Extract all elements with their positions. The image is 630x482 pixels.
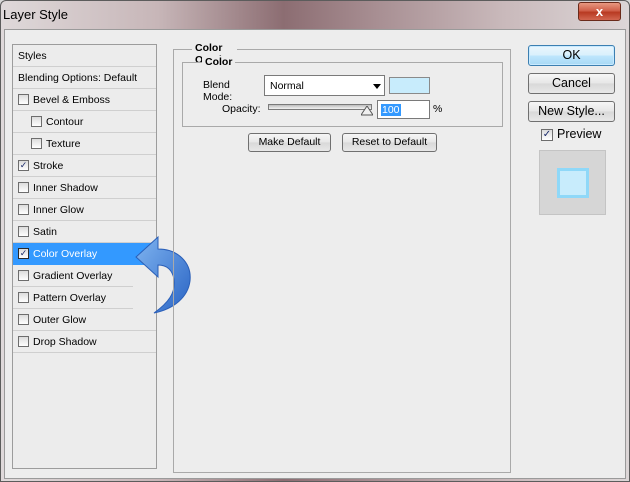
layer-style-dialog: Layer Style x Styles Blending Options: D… [0,0,630,482]
checkbox-gradient-overlay[interactable] [18,270,29,281]
style-item-contour[interactable]: Contour [13,111,156,133]
checkbox-stroke[interactable]: ✓ [18,160,29,171]
style-item-pattern-overlay[interactable]: Pattern Overlay [13,287,133,309]
style-item-label: Bevel & Emboss [33,94,111,106]
blend-mode-select[interactable]: Normal [264,75,385,96]
checkbox-color-overlay[interactable]: ✓ [18,248,29,259]
preview-checkbox[interactable]: ✓ [541,129,553,141]
chevron-down-icon [373,84,381,89]
styles-header-label: Styles [18,50,47,62]
checkbox-contour[interactable] [31,116,42,127]
opacity-input[interactable]: 100 [377,100,430,119]
style-item-stroke[interactable]: ✓ Stroke [13,155,156,177]
checkbox-bevel-emboss[interactable] [18,94,29,105]
style-item-label: Drop Shadow [33,336,97,348]
style-item-label: Inner Shadow [33,182,98,194]
style-item-texture[interactable]: Texture [13,133,156,155]
style-item-label: Color Overlay [33,248,98,260]
style-item-label: Outer Glow [33,314,87,326]
style-item-label: Satin [33,226,57,238]
preview-swatch [557,168,589,198]
opacity-unit: % [433,103,443,115]
ok-button[interactable]: OK [528,45,615,66]
checkbox-outer-glow[interactable] [18,314,29,325]
make-default-button[interactable]: Make Default [248,133,331,152]
opacity-label: Opacity: [222,103,261,115]
opacity-slider[interactable] [268,104,372,110]
new-style-button[interactable]: New Style... [528,101,615,122]
style-item-label: Texture [46,138,81,150]
overlay-color-swatch[interactable] [389,77,430,94]
blending-options-item[interactable]: Blending Options: Default [13,67,156,89]
checkbox-texture[interactable] [31,138,42,149]
style-item-gradient-overlay[interactable]: Gradient Overlay [13,265,133,287]
checkbox-pattern-overlay[interactable] [18,292,29,303]
blend-mode-value: Normal [270,80,304,92]
checkbox-inner-shadow[interactable] [18,182,29,193]
blending-options-label: Blending Options: Default [18,72,138,84]
checkbox-inner-glow[interactable] [18,204,29,215]
style-item-label: Pattern Overlay [33,292,106,304]
checkbox-drop-shadow[interactable] [18,336,29,347]
style-item-inner-shadow[interactable]: Inner Shadow [13,177,156,199]
styles-header[interactable]: Styles [13,45,156,67]
style-item-label: Stroke [33,160,64,172]
close-button[interactable]: x [578,2,621,21]
style-item-label: Inner Glow [33,204,84,216]
preview-label: Preview [557,127,602,141]
style-item-drop-shadow[interactable]: Drop Shadow [13,331,156,353]
title-bar[interactable]: Layer Style x [1,1,629,29]
style-preview-thumbnail [539,150,606,215]
style-item-bevel-emboss[interactable]: Bevel & Emboss [13,89,156,111]
window-title: Layer Style [3,7,69,22]
style-item-label: Gradient Overlay [33,270,113,282]
color-subgroup-title: Color [202,56,236,68]
opacity-value: 100 [381,104,401,116]
cancel-button[interactable]: Cancel [528,73,615,94]
checkbox-satin[interactable] [18,226,29,237]
style-item-inner-glow[interactable]: Inner Glow [13,199,156,221]
blend-mode-label: Blend Mode: [203,79,233,103]
reset-to-default-button[interactable]: Reset to Default [342,133,437,152]
slider-thumb-icon[interactable] [361,106,373,116]
style-item-label: Contour [46,116,84,128]
